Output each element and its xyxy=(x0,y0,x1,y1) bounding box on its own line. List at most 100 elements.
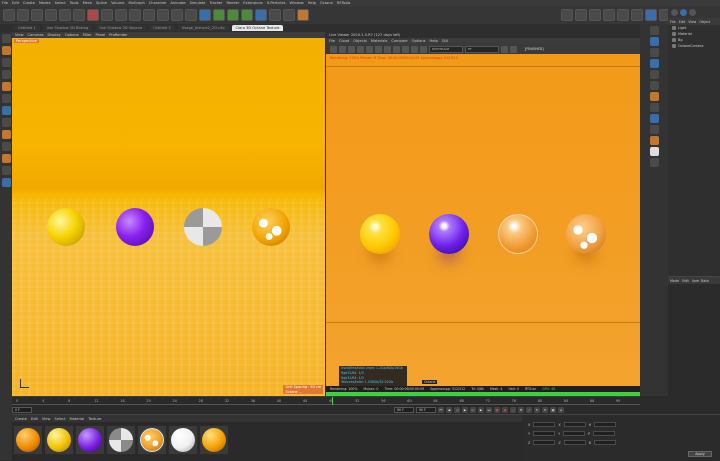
light-icon[interactable] xyxy=(297,9,309,21)
mm-menu-create[interactable]: Create xyxy=(15,417,27,421)
om-menu-file[interactable]: File xyxy=(670,20,676,24)
edges-mode-icon[interactable] xyxy=(1,70,11,79)
mm-menu-view[interactable]: View xyxy=(42,417,51,421)
octane-material-node-icon[interactable] xyxy=(649,114,659,123)
search-icon[interactable] xyxy=(689,8,696,16)
octane-scatter-icon[interactable] xyxy=(649,158,659,167)
size-z-field[interactable] xyxy=(563,440,586,445)
material-swatch[interactable] xyxy=(169,426,197,454)
position-x-field[interactable] xyxy=(533,422,556,427)
tab-active-document[interactable]: Clara 3D Octane Texture xyxy=(231,25,284,31)
select-tool-icon[interactable] xyxy=(31,9,43,21)
play-icon[interactable]: ▶ xyxy=(462,407,468,413)
menu-xparticles[interactable]: X-Particles xyxy=(267,1,286,5)
max-frame-field[interactable]: 90 F xyxy=(416,407,436,413)
material-swatch[interactable] xyxy=(45,426,73,454)
object-picker-icon[interactable] xyxy=(411,45,418,53)
focus-picker-icon[interactable] xyxy=(384,45,391,53)
render-settings-icon[interactable] xyxy=(185,9,197,21)
param-key-icon[interactable]: P xyxy=(542,407,548,413)
live-viewer-render[interactable]: Rendering: 100% Ms/sec: 0 Time: 00:00:09… xyxy=(326,54,640,396)
om-menu-view[interactable]: View xyxy=(688,20,696,24)
environment-icon[interactable] xyxy=(269,9,281,21)
size-x-field[interactable] xyxy=(563,422,586,427)
menu-modes[interactable]: Modes xyxy=(39,1,51,5)
menu-tracker[interactable]: Tracker xyxy=(210,1,223,5)
polygons-mode-icon[interactable] xyxy=(1,82,11,91)
am-menu-edit[interactable]: Edit xyxy=(682,279,689,283)
render-view-icon[interactable] xyxy=(157,9,169,21)
coord-system-icon[interactable] xyxy=(143,9,155,21)
object-row-camera[interactable]: OctaneCamera xyxy=(668,43,720,49)
locked-workplane-icon[interactable] xyxy=(1,166,11,175)
clay-mode-icon[interactable] xyxy=(420,45,427,53)
tab-shadow-3d[interactable]: Use Shadow 3D Volume xyxy=(95,25,147,31)
prev-frame-icon[interactable]: ◁ xyxy=(454,407,460,413)
am-menu-mode[interactable]: Mode xyxy=(670,279,679,283)
tab-shadow-2d[interactable]: Use Shadow 2D Baking xyxy=(42,25,93,31)
timeline-menu-icon[interactable]: ≡ xyxy=(558,407,564,413)
cube-primitive-icon[interactable] xyxy=(199,9,211,21)
spline-pen-icon[interactable] xyxy=(213,9,225,21)
material-swatch[interactable] xyxy=(76,426,104,454)
rotation-key-icon[interactable]: ↻ xyxy=(534,407,540,413)
octane-objects-icon[interactable] xyxy=(631,9,643,21)
editor-viewport[interactable]: Perspective Grid Spacing : 50 cm Octane … xyxy=(12,38,325,396)
sphere-marble[interactable] xyxy=(252,208,290,246)
sphere-checker[interactable] xyxy=(184,208,222,246)
goto-end-icon[interactable]: ⏭ xyxy=(486,407,492,413)
menu-mesh[interactable]: Mesh xyxy=(83,1,92,5)
keyframe-selection-icon[interactable]: ⬚ xyxy=(510,407,516,413)
workplane-icon[interactable] xyxy=(1,130,11,139)
om-menu-edit[interactable]: Edit xyxy=(679,20,686,24)
palette-tool-icon[interactable] xyxy=(649,26,659,35)
menu-octane[interactable]: Octane xyxy=(320,1,333,5)
rotation-h-field[interactable] xyxy=(594,422,617,427)
octane-material-icon[interactable] xyxy=(603,9,615,21)
axis-mode-icon[interactable] xyxy=(1,106,11,115)
menu-spline[interactable]: Spline xyxy=(96,1,107,5)
vp-menu-prorender[interactable]: ProRender xyxy=(109,33,128,37)
pause-render-icon[interactable] xyxy=(348,45,355,53)
soft-selection-icon[interactable] xyxy=(1,142,11,151)
material-swatch[interactable] xyxy=(14,426,42,454)
material-swatch[interactable] xyxy=(200,426,228,454)
kernel-select[interactable]: PT xyxy=(465,45,499,53)
vp-menu-display[interactable]: Display xyxy=(48,33,61,37)
menu-render[interactable]: Render xyxy=(226,1,239,5)
octane-daylight-icon[interactable] xyxy=(649,147,659,156)
menu-select[interactable]: Select xyxy=(55,1,66,5)
lv-menu-help[interactable]: Help xyxy=(430,39,438,43)
solo-icon[interactable] xyxy=(1,178,11,187)
vp-menu-view[interactable]: View xyxy=(15,33,24,37)
octane-settings-icon[interactable] xyxy=(589,9,601,21)
position-z-field[interactable] xyxy=(533,440,556,445)
vp-menu-options[interactable]: Options xyxy=(65,33,79,37)
next-frame-icon[interactable]: ▷ xyxy=(470,407,476,413)
pla-key-icon[interactable]: ▦ xyxy=(550,407,556,413)
min-frame-field[interactable]: 90 F xyxy=(394,407,414,413)
menu-create[interactable]: Create xyxy=(23,1,35,5)
vp-menu-cameras[interactable]: Cameras xyxy=(28,33,44,37)
octane-hdri-icon[interactable] xyxy=(649,136,659,145)
lv-menu-objects[interactable]: Objects xyxy=(353,39,367,43)
camera-icon[interactable] xyxy=(283,9,295,21)
mm-menu-texture[interactable]: Texture xyxy=(88,417,101,421)
material-picker-icon[interactable] xyxy=(402,45,409,53)
sphere-purple[interactable] xyxy=(116,208,154,246)
tab-usage-texture[interactable]: Usage_texture2_2D.c4d xyxy=(177,25,229,31)
texture-mode-icon[interactable] xyxy=(1,46,11,55)
move-tool-icon[interactable] xyxy=(45,9,57,21)
redo-icon[interactable] xyxy=(17,9,29,21)
menu-extensions[interactable]: Extensions xyxy=(243,1,263,5)
lv-menu-file[interactable]: File xyxy=(329,39,335,43)
size-y-field[interactable] xyxy=(563,431,586,436)
lv-menu-options[interactable]: Options xyxy=(412,39,426,43)
octane-camera-icon[interactable] xyxy=(649,70,659,79)
ov-icon[interactable] xyxy=(649,59,659,68)
menu-animate[interactable]: Animate xyxy=(171,1,186,5)
layout-icon[interactable] xyxy=(561,9,573,21)
back-icon[interactable] xyxy=(671,8,678,16)
stop-render-icon[interactable] xyxy=(357,45,364,53)
menu-character[interactable]: Character xyxy=(149,1,167,5)
